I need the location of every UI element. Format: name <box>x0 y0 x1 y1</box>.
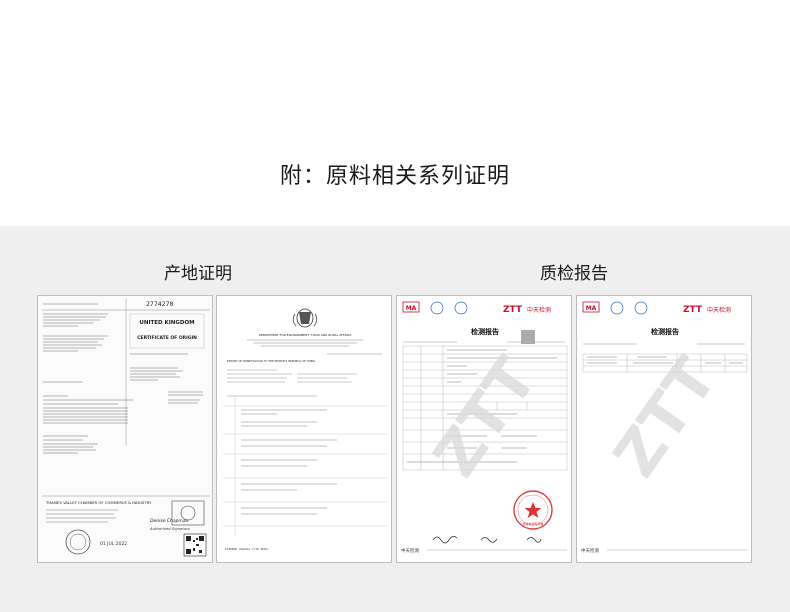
export-header-line2: EXPORT OF HONEYSUCKLE TO THE PEOPLE'S RE… <box>227 359 315 363</box>
cert-date-stamp: 01 JUL 2022 <box>100 541 127 547</box>
certificate-of-origin-image[interactable]: 2774270 UNITED KINGDOM CERTIFICATE OF OR… <box>37 295 213 563</box>
qr-code-icon <box>521 330 535 344</box>
inspection-report-drawing-2: MA ZTT 中天检测 检测报告 ZTT 中天检测 <box>577 296 751 562</box>
report-title: 检测报告 <box>471 327 499 336</box>
svg-text:MA: MA <box>586 305 597 312</box>
certificate-of-origin-drawing: 2774270 UNITED KINGDOM CERTIFICATE OF OR… <box>38 296 212 562</box>
cert-signature-name: Denise Chapman <box>150 518 189 524</box>
cert-footer-org: THAMES VALLEY CHAMBER OF COMMERCE & INDU… <box>45 500 152 505</box>
inspection-report-image-2[interactable]: MA ZTT 中天检测 检测报告 ZTT 中天检测 <box>576 295 752 563</box>
report-footer-brand-2: 中天检测 <box>581 547 599 554</box>
seal-text: 检验检测专用章 <box>522 521 543 526</box>
export-certificate-drawing: DEPARTMENT FOR ENVIRONMENT, FOOD AND RUR… <box>217 296 391 562</box>
ztt-brand-cn-2: 中天检测 <box>707 306 731 314</box>
ztt-brand-cn: 中天检测 <box>527 306 551 314</box>
export-footer-code: ITXR000 (Update 7/16.2019) <box>225 547 269 551</box>
page-title: 附：原料相关系列证明 <box>279 164 510 189</box>
cert-number: 2774270 <box>146 300 173 308</box>
report-title-2: 检测报告 <box>651 327 679 336</box>
ztt-brand: ZTT <box>503 305 523 315</box>
inspection-report-drawing-1: MA ZTT 中天检测 检测报告 ZTT 检验检测专用章 中天检测 <box>397 296 571 562</box>
svg-text:MA: MA <box>406 305 417 312</box>
cert-stamp-country: UNITED KINGDOM <box>139 320 194 326</box>
section-title-report: 质检报告 <box>540 264 608 284</box>
hero-section: 附：原料相关系列证明 <box>0 0 790 226</box>
cert-stamp-type: CERTIFICATE OF ORIGIN <box>137 335 197 341</box>
cert-qr-code-icon <box>183 533 207 557</box>
export-header-line1: DEPARTMENT FOR ENVIRONMENT, FOOD AND RUR… <box>259 333 352 337</box>
ztt-brand-2: ZTT <box>683 305 703 315</box>
report-footer-brand: 中天检测 <box>401 547 419 554</box>
inspection-report-image-1[interactable]: MA ZTT 中天检测 检测报告 ZTT 检验检测专用章 中天检测 <box>396 295 572 563</box>
cert-signature-role: Authorised Signatory <box>149 526 191 531</box>
section-title-origin: 产地证明 <box>164 264 232 284</box>
export-certificate-image[interactable]: DEPARTMENT FOR ENVIRONMENT, FOOD AND RUR… <box>216 295 392 563</box>
